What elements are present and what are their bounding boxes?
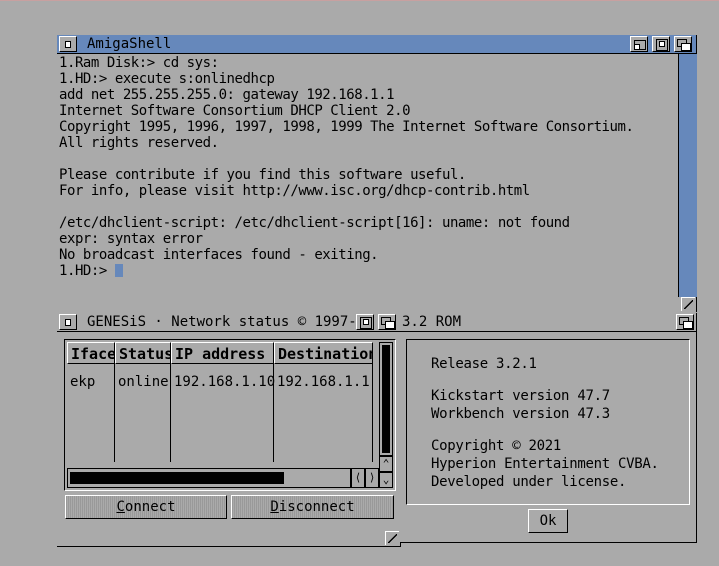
- cell-status: online: [118, 374, 169, 390]
- connect-shortcut-key: C: [116, 499, 125, 515]
- about-title: 3.2 ROM: [402, 314, 462, 330]
- shell-line: Please contribute if you find this softw…: [59, 167, 466, 183]
- shell-line: All rights reserved.: [59, 135, 219, 151]
- shell-line: 1.HD:> execute s:onlinedhcp: [59, 71, 275, 87]
- disconnect-shortcut-key: D: [270, 499, 279, 515]
- scroll-right-arrow[interactable]: ⟩: [365, 468, 379, 488]
- disconnect-button[interactable]: Disconnect: [231, 495, 394, 519]
- cell-iface: ekp: [70, 374, 96, 390]
- text-cursor: [114, 264, 123, 277]
- column-header-destination[interactable]: Destination: [274, 342, 373, 364]
- list-vscroll-track[interactable]: [379, 342, 393, 456]
- list-vscroll-knob[interactable]: [382, 345, 390, 453]
- column-header-iface[interactable]: Iface: [67, 342, 115, 364]
- close-gadget[interactable]: [59, 36, 77, 52]
- scroll-left-arrow[interactable]: ⟨: [351, 468, 365, 488]
- shell-line: 1.Ram Disk:> cd sys:: [59, 55, 219, 71]
- connect-label-rest: onnect: [124, 499, 176, 515]
- shell-line: Copyright 1995, 1996, 1997, 1998, 1999 T…: [59, 119, 634, 135]
- cell-destination: 192.168.1.1: [277, 374, 370, 390]
- close-gadget[interactable]: [59, 314, 77, 330]
- depth-gadget[interactable]: [674, 36, 692, 52]
- genesis-resize-handle[interactable]: [385, 531, 399, 545]
- shell-line: expr: syntax error: [59, 231, 203, 247]
- list-hscroll-knob[interactable]: [70, 472, 284, 484]
- shell-title: AmigaShell: [87, 36, 172, 52]
- column-header-status[interactable]: Status: [115, 342, 171, 364]
- copyright-text: Copyright © 2021: [431, 438, 562, 454]
- license-text: Developed under license.: [431, 474, 627, 490]
- genesis-title: GENESiS · Network status © 1997-9: [87, 314, 366, 330]
- about-window[interactable]: 3.2 ROM Release 3.2.1 Kickstart version …: [400, 313, 697, 543]
- genesis-titlebar[interactable]: GENESiS · Network status © 1997-9: [57, 313, 400, 332]
- scroll-down-arrow[interactable]: ⌄: [379, 472, 393, 488]
- list-hscroll-track[interactable]: [67, 468, 351, 488]
- shell-line: No broadcast interfaces found - exiting.: [59, 247, 379, 263]
- connect-button[interactable]: Connect: [65, 495, 227, 519]
- shell-line: add net 255.255.255.0: gateway 192.168.1…: [59, 87, 395, 103]
- about-info-frame: Release 3.2.1 Kickstart version 47.7 Wor…: [406, 339, 690, 505]
- shell-line: Internet Software Consortium DHCP Client…: [59, 103, 411, 119]
- column-header-ip[interactable]: IP address: [171, 342, 274, 364]
- depth-gadget[interactable]: [378, 314, 396, 330]
- iconify-gadget[interactable]: [630, 36, 648, 52]
- shell-resize-handle[interactable]: [681, 297, 695, 311]
- ok-button[interactable]: Ok: [528, 509, 568, 533]
- about-titlebar[interactable]: 3.2 ROM: [400, 313, 696, 332]
- depth-gadget[interactable]: [676, 314, 694, 330]
- shell-scrollbar[interactable]: [678, 54, 697, 297]
- disconnect-label-rest: isconnect: [278, 499, 355, 515]
- scroll-up-arrow[interactable]: ⌃: [379, 456, 393, 472]
- amigashell-window[interactable]: AmigaShell 1.Ram Disk:> cd sys: 1.HD:> e…: [57, 35, 697, 312]
- shell-prompt: 1.HD:>: [59, 263, 115, 279]
- shell-line: For info, please visit http://www.isc.or…: [59, 183, 530, 199]
- genesis-window[interactable]: GENESiS · Network status © 1997-9 Iface …: [57, 313, 401, 547]
- zoom-gadget[interactable]: [652, 36, 670, 52]
- shell-titlebar[interactable]: AmigaShell: [57, 35, 696, 54]
- release-text: Release 3.2.1: [431, 356, 537, 372]
- shell-output[interactable]: 1.Ram Disk:> cd sys: 1.HD:> execute s:on…: [59, 55, 679, 325]
- interface-list[interactable]: Iface Status IP address Destination ekp …: [67, 342, 373, 462]
- company-text: Hyperion Entertainment CVBA.: [431, 456, 659, 472]
- shell-line: /etc/dhclient-script: /etc/dhclient-scri…: [59, 215, 570, 231]
- shell-prompt-line[interactable]: 1.HD:>: [59, 263, 679, 279]
- kickstart-text: Kickstart version 47.7: [431, 388, 610, 404]
- interface-list-frame: Iface Status IP address Destination ekp …: [64, 339, 396, 491]
- cell-ip: 192.168.1.10: [174, 374, 276, 390]
- zoom-gadget[interactable]: [356, 314, 374, 330]
- workbench-text: Workbench version 47.3: [431, 406, 610, 422]
- screen-top-line: [0, 0, 719, 1]
